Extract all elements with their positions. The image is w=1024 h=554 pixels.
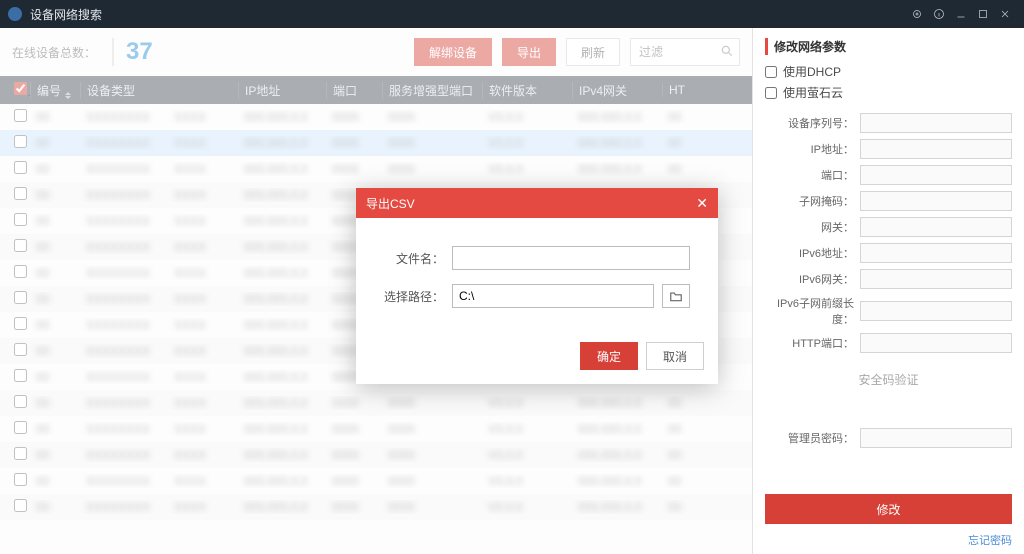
dhcp-checkbox[interactable] xyxy=(765,66,777,78)
ipv6-label: IPv6地址： xyxy=(765,245,860,261)
security-section-title: 安全码验证 xyxy=(765,371,1012,388)
admin-pw-label: 管理员密码： xyxy=(765,430,860,446)
ezviz-checkbox[interactable] xyxy=(765,87,777,99)
close-icon[interactable] xyxy=(994,3,1016,25)
ipv6len-label: IPv6子网前缀长度： xyxy=(765,295,860,327)
dhcp-label: 使用DHCP xyxy=(783,63,841,80)
dialog-title: 导出CSV xyxy=(366,195,415,212)
ezviz-label: 使用萤石云 xyxy=(783,84,843,101)
path-input[interactable] xyxy=(452,284,654,308)
minimize-icon[interactable] xyxy=(950,3,972,25)
path-label: 选择路径： xyxy=(384,288,444,305)
app-title: 设备网络搜索 xyxy=(30,6,102,23)
export-csv-dialog: 导出CSV ✕ 文件名： 选择路径： 确定 取消 xyxy=(356,188,718,384)
app-logo-icon xyxy=(8,7,22,21)
dialog-close-icon[interactable]: ✕ xyxy=(696,195,708,212)
ip-input[interactable] xyxy=(860,139,1012,159)
admin-pw-input[interactable] xyxy=(860,428,1012,448)
forgot-password-link[interactable]: 忘记密码 xyxy=(765,532,1012,548)
settings-icon[interactable] xyxy=(906,3,928,25)
info-icon[interactable] xyxy=(928,3,950,25)
port-input[interactable] xyxy=(860,165,1012,185)
dialog-header: 导出CSV ✕ xyxy=(356,188,718,218)
gw-label: 网关： xyxy=(765,219,860,235)
ipv6-input[interactable] xyxy=(860,243,1012,263)
gw-input[interactable] xyxy=(860,217,1012,237)
mask-input[interactable] xyxy=(860,191,1012,211)
ipv6len-input[interactable] xyxy=(860,301,1012,321)
modify-button[interactable]: 修改 xyxy=(765,494,1012,524)
main-panel: 在线设备总数： 37 解绑设备 导出 刷新 编号 设备类型 IP地址 端口 服务… xyxy=(0,28,752,554)
filename-label: 文件名： xyxy=(384,250,444,267)
http-label: HTTP端口： xyxy=(765,335,860,351)
ip-label: IP地址： xyxy=(765,141,860,157)
side-panel-title: 修改网络参数 xyxy=(765,38,1012,55)
mask-label: 子网掩码： xyxy=(765,193,860,209)
ipv6gw-label: IPv6网关： xyxy=(765,271,860,287)
http-input[interactable] xyxy=(860,333,1012,353)
titlebar: 设备网络搜索 xyxy=(0,0,1024,28)
side-panel: 修改网络参数 使用DHCP 使用萤石云 设备序列号： IP地址： 端口： 子网掩… xyxy=(752,28,1024,554)
serial-label: 设备序列号： xyxy=(765,115,860,131)
serial-input[interactable] xyxy=(860,113,1012,133)
filename-input[interactable] xyxy=(452,246,690,270)
ipv6gw-input[interactable] xyxy=(860,269,1012,289)
folder-icon xyxy=(669,290,683,302)
port-label: 端口： xyxy=(765,167,860,183)
browse-button[interactable] xyxy=(662,284,690,308)
maximize-icon[interactable] xyxy=(972,3,994,25)
dialog-cancel-button[interactable]: 取消 xyxy=(646,342,704,370)
dialog-ok-button[interactable]: 确定 xyxy=(580,342,638,370)
